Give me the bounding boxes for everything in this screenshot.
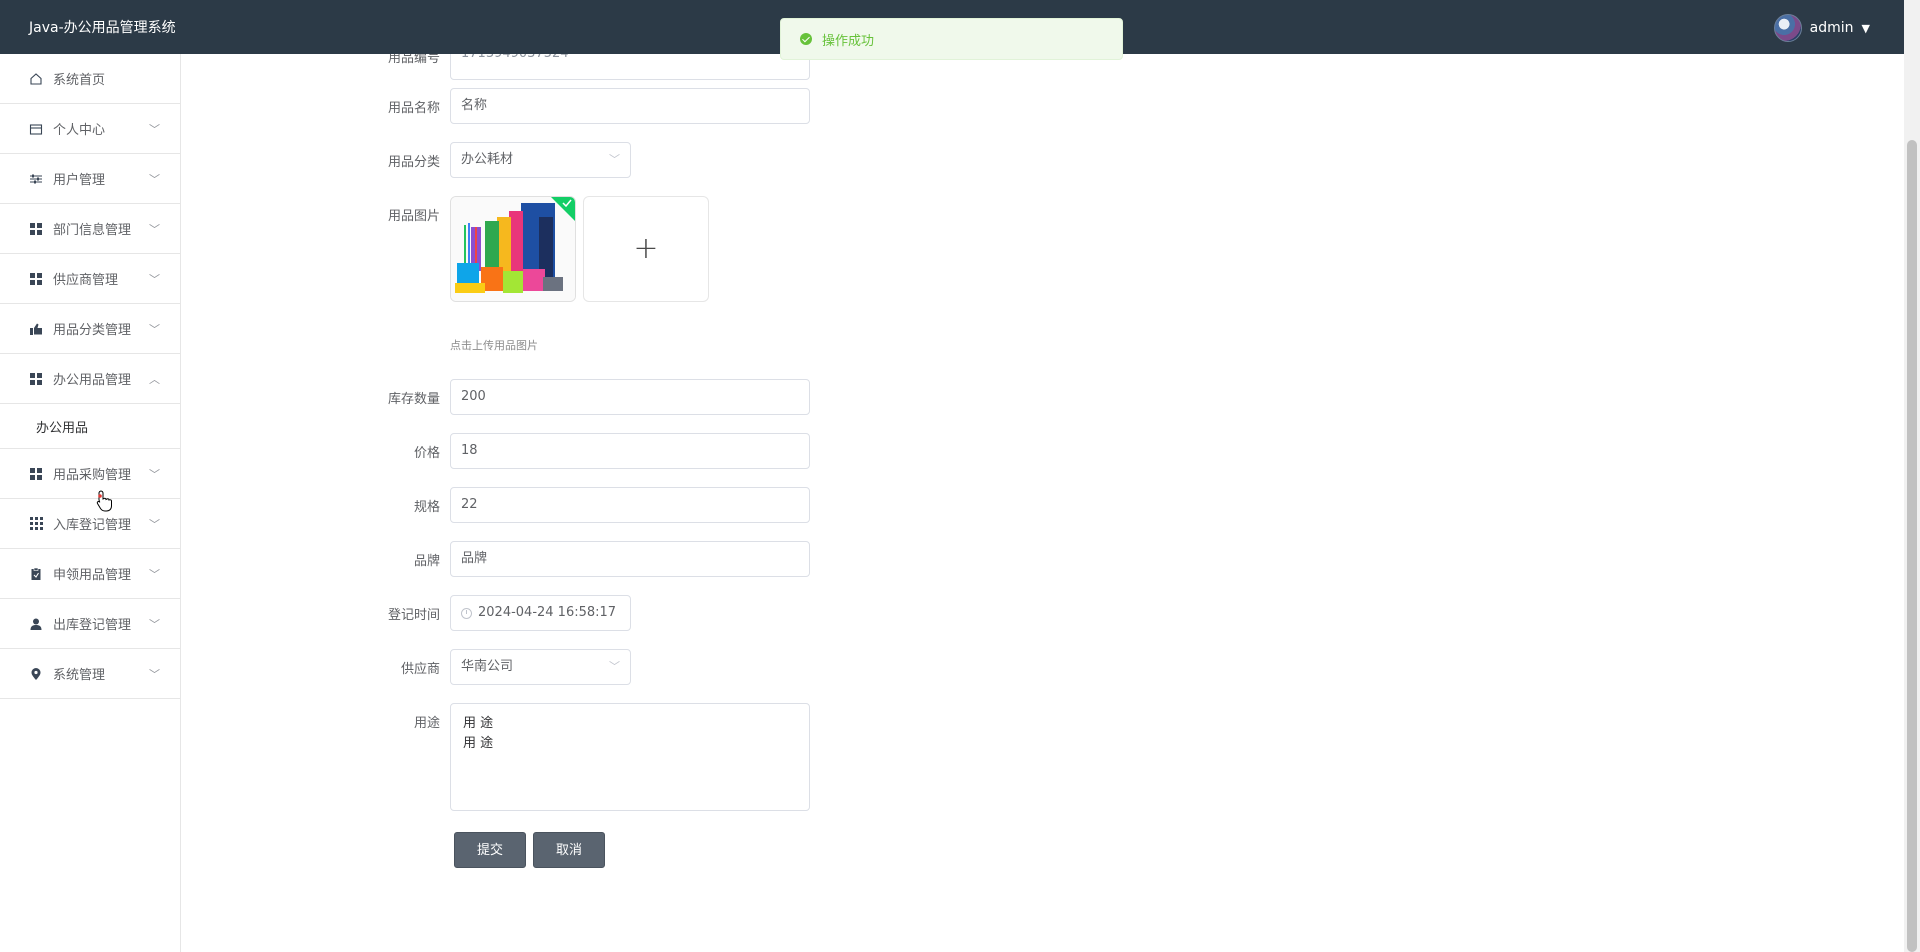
success-corner-icon [551,197,575,221]
home-icon [29,72,43,86]
sidebar-item-department[interactable]: 部门信息管理 ﹀ [0,204,180,254]
toast-message: 操作成功 [822,33,875,49]
grid-icon [29,272,43,286]
mouse-cursor-icon [96,490,114,516]
thumb-icon [29,322,43,336]
sidebar-item-label: 系统管理 [53,668,106,683]
clipboard-icon [29,567,43,581]
price-input[interactable]: 18 [450,433,810,469]
brand-label: 品牌 [413,554,440,569]
success-toast: 操作成功 [780,18,1123,60]
brand-input[interactable]: 品牌 [450,541,810,577]
cancel-button[interactable]: 取消 [533,832,605,868]
sidebar-item-label: 系统首页 [53,73,106,88]
plus-icon: + [633,231,659,266]
category-label: 用品分类 [387,155,440,170]
check-circle-icon [800,33,812,45]
spec-input[interactable]: 22 [450,487,810,523]
supplier-value: 华南公司 [461,659,514,674]
sidebar-item-home[interactable]: 系统首页 [0,54,180,104]
chevron-down-icon: ﹀ [149,123,160,136]
sidebar-item-label: 用品分类管理 [53,323,132,338]
sidebar-item-personal-center[interactable]: 个人中心 ﹀ [0,104,180,154]
main-content: 1713949037524 用品编号 用品名称 名称 用品分类 办公耗材 ﹀ 用… [181,44,1904,952]
sidebar-item-label: 部门信息管理 [53,223,132,238]
upload-hint: 点击上传用品图片 [450,339,538,352]
sidebar-item-stock-in[interactable]: 入库登记管理 ﹀ [0,499,180,549]
chevron-down-icon: ﹀ [609,660,620,673]
sidebar-subitem-office-supplies[interactable]: 办公用品 [0,404,180,449]
sidebar-subitem-label: 办公用品 [36,420,89,436]
usage-label: 用途 [413,716,440,731]
submit-button[interactable]: 提交 [454,832,526,868]
upload-button[interactable]: + [583,196,709,302]
chevron-down-icon: ﹀ [609,153,620,166]
chevron-down-icon: ﹀ [149,173,160,186]
clock-icon [461,608,472,619]
app-title: Java-办公用品管理系统 [29,20,176,36]
chevron-up-icon: ︿ [149,373,160,386]
sidebar-item-apply[interactable]: 申领用品管理 ﹀ [0,549,180,599]
sidebar-item-label: 个人中心 [53,123,106,138]
stock-label: 库存数量 [387,392,440,407]
grid9-icon [29,517,43,531]
sidebar-item-label: 出库登记管理 [53,618,132,633]
spec-label: 规格 [413,500,440,515]
location-icon [29,667,43,681]
caret-down-icon[interactable]: ▼ [1862,22,1870,35]
sidebar-item-label: 用户管理 [53,173,106,188]
stock-input[interactable]: 200 [450,379,810,415]
grid-icon [29,372,43,386]
category-value: 办公耗材 [461,152,514,167]
category-select[interactable]: 办公耗材 ﹀ [450,142,631,178]
price-label: 价格 [413,446,440,461]
image-label: 用品图片 [387,209,440,224]
sliders-icon [29,172,43,186]
sidebar-item-user-management[interactable]: 用户管理 ﹀ [0,154,180,204]
reg-time-picker[interactable]: 2024-04-24 16:58:17 [450,595,631,631]
card-icon [29,122,43,136]
reg-time-label: 登记时间 [387,608,440,623]
sidebar-item-label: 申领用品管理 [53,568,132,583]
username[interactable]: admin [1810,20,1854,36]
chevron-down-icon: ﹀ [149,273,160,286]
user-menu[interactable]: admin ▼ [1773,14,1870,42]
sidebar-item-label: 供应商管理 [53,273,119,288]
sidebar-item-office-supplies[interactable]: 办公用品管理 ︿ [0,354,180,404]
sidebar-item-label: 用品采购管理 [53,468,132,483]
page-scrollbar[interactable] [1904,0,1920,952]
chevron-down-icon: ﹀ [149,618,160,631]
chevron-down-icon: ﹀ [149,518,160,531]
name-label: 用品名称 [387,101,440,116]
avatar[interactable] [1773,14,1802,42]
chevron-down-icon: ﹀ [149,568,160,581]
usage-textarea[interactable]: 用 途 用 途 [450,703,810,811]
product-image[interactable] [450,196,576,302]
grid-icon [29,222,43,236]
reg-time-value: 2024-04-24 16:58:17 [478,605,617,620]
chevron-down-icon: ﹀ [149,668,160,681]
sidebar-item-category[interactable]: 用品分类管理 ﹀ [0,304,180,354]
sidebar-item-label: 办公用品管理 [53,373,132,388]
supplier-label: 供应商 [400,662,440,677]
sidebar: 系统首页 个人中心 ﹀ 用户管理 ﹀ 部门信息管理 ﹀ 供应商管理 ﹀ 用品分类… [0,54,181,952]
sidebar-item-supplier[interactable]: 供应商管理 ﹀ [0,254,180,304]
name-input[interactable]: 名称 [450,88,810,124]
grid-icon [29,467,43,481]
chevron-down-icon: ﹀ [149,323,160,336]
sidebar-item-stock-out[interactable]: 出库登记管理 ﹀ [0,599,180,649]
sidebar-item-label: 入库登记管理 [53,518,132,533]
sidebar-item-system[interactable]: 系统管理 ﹀ [0,649,180,699]
sidebar-item-purchase[interactable]: 用品采购管理 ﹀ [0,449,180,499]
user-icon [29,617,43,631]
supplier-select[interactable]: 华南公司 ﹀ [450,649,631,685]
scrollbar-thumb[interactable] [1907,140,1917,952]
chevron-down-icon: ﹀ [149,468,160,481]
chevron-down-icon: ﹀ [149,223,160,236]
